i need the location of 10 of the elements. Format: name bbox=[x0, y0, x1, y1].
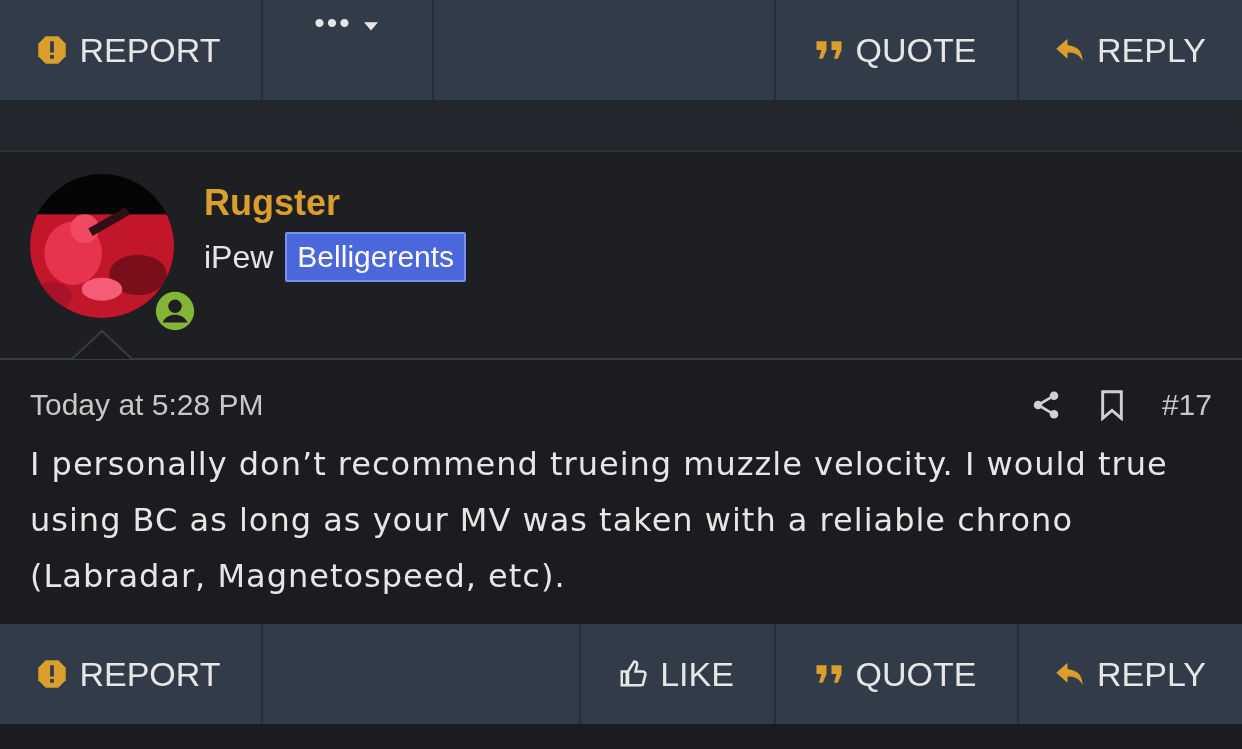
thumbs-up-icon bbox=[618, 659, 649, 689]
username-link[interactable]: Rugster bbox=[204, 182, 467, 224]
user-title: iPew bbox=[204, 238, 274, 276]
warning-icon bbox=[37, 659, 68, 689]
group-banner: Belligerents bbox=[285, 232, 467, 282]
post-date-link[interactable]: Today at 5:28 PM bbox=[30, 388, 264, 422]
post-number-link[interactable]: #17 bbox=[1161, 388, 1212, 422]
post-text: I personally don’t recommend trueing muzzle velocity. I would true using BC as long as your MV was taken with a reliable chrono (Labradar, Magnetospeed, etc). bbox=[30, 444, 1169, 597]
warning-icon bbox=[37, 35, 68, 65]
caret-icon bbox=[363, 22, 378, 32]
